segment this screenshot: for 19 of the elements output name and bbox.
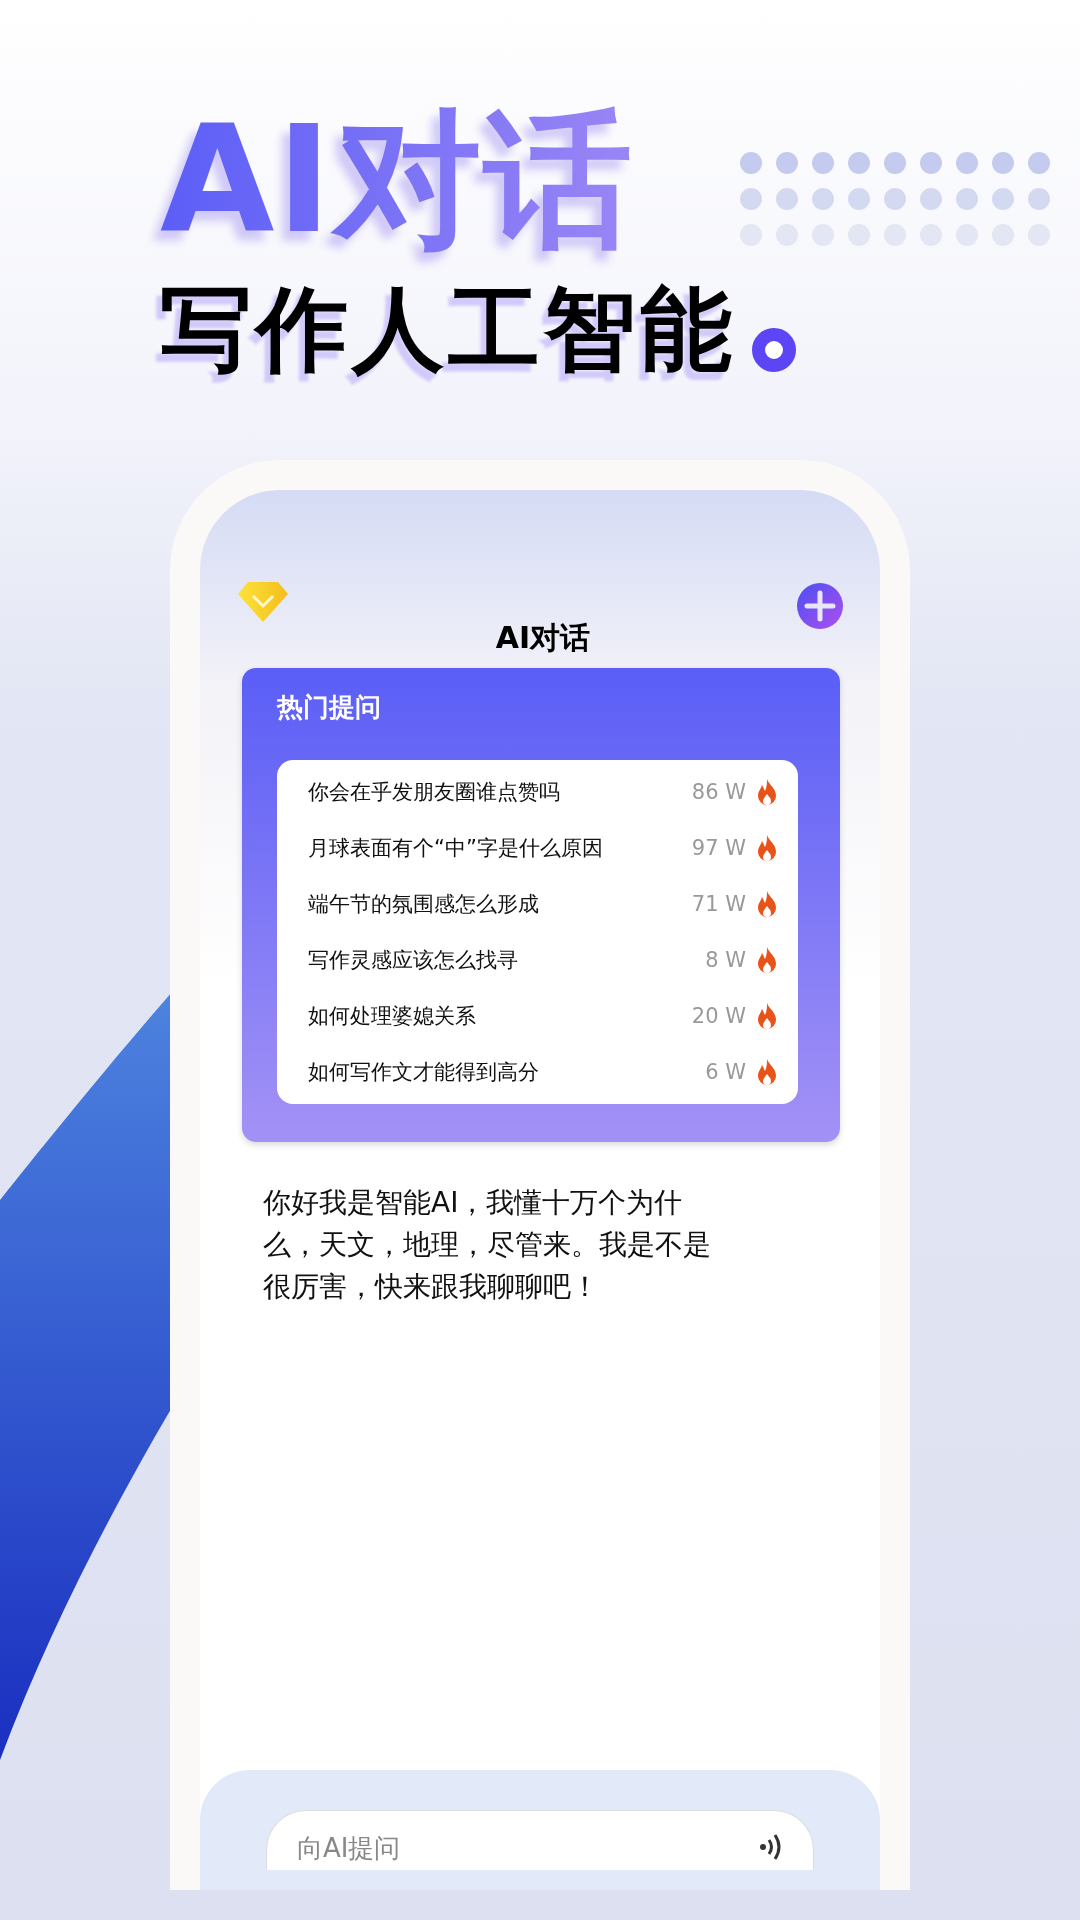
question-text[interactable]: 如何写作文才能得到高分 xyxy=(308,1058,698,1086)
view-count: 86 W xyxy=(691,780,746,804)
question-text[interactable]: 写作灵感应该怎么找寻 xyxy=(308,946,698,974)
view-count: 6 W xyxy=(705,1060,746,1084)
plus-icon[interactable] xyxy=(796,582,844,630)
screen-title: AI对话 xyxy=(495,619,591,657)
view-count: 8 W xyxy=(705,948,746,972)
view-count: 71 W xyxy=(691,892,746,916)
greeting-message: 你好我是智能AI，我懂十万个为什么，天文，地理，尽管来。我是不是很厉害，快来跟我聊聊吧！ xyxy=(263,1185,712,1305)
question-text[interactable]: 你会在乎发朋友圈谁点赞吗 xyxy=(308,778,684,806)
headline-subtitle: 写作人工智能 xyxy=(160,275,736,385)
question-input[interactable]: 向AI提问 xyxy=(266,1810,814,1870)
view-count: 20 W xyxy=(691,1004,746,1028)
question-text[interactable]: 如何处理婆媳关系 xyxy=(308,1002,684,1030)
circle-dot-icon xyxy=(752,328,796,372)
question-text[interactable]: 月球表面有个“中”字是什么原因 xyxy=(308,834,684,862)
view-count: 97 W xyxy=(691,836,746,860)
question-text[interactable]: 端午节的氛围感怎么形成 xyxy=(308,890,684,918)
card-title: 热门提问 xyxy=(277,691,382,724)
